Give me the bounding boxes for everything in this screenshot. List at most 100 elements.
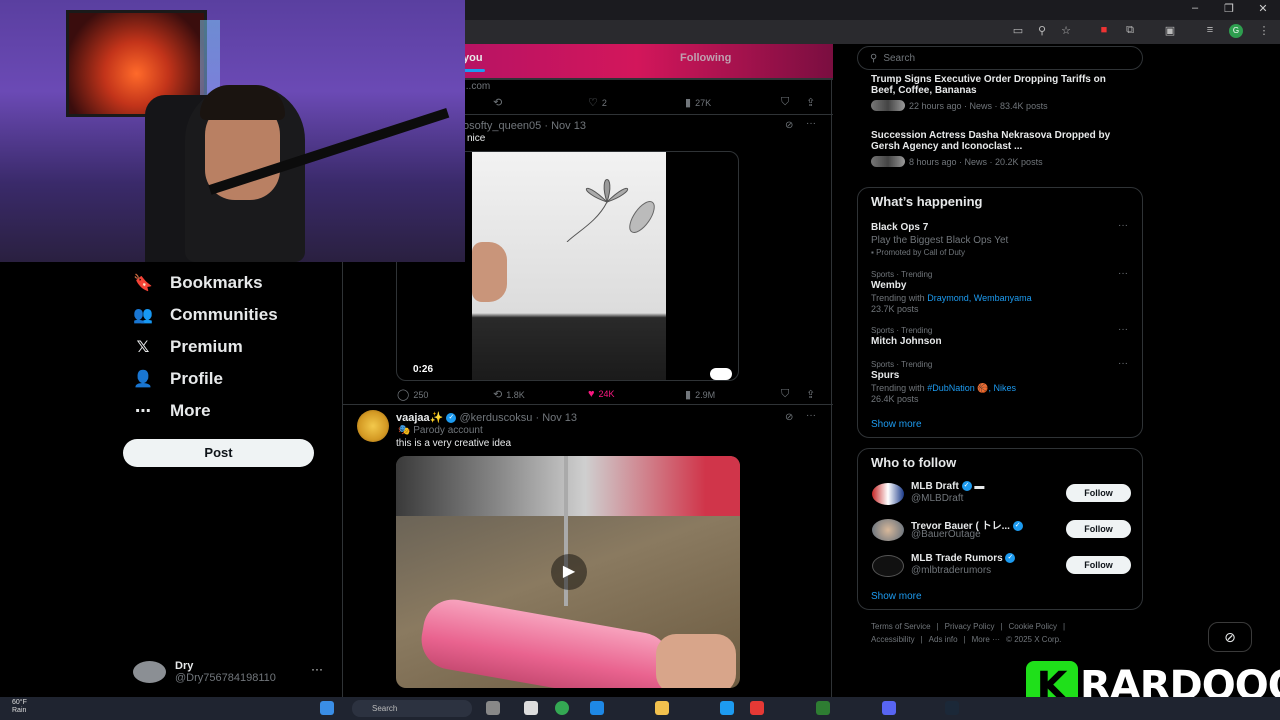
account-switcher[interactable]: Dry @Dry756784198110 ··· xyxy=(133,658,333,688)
search-input[interactable]: ⚲ Search xyxy=(857,46,1143,70)
like-button[interactable]: ♡ 2 xyxy=(588,96,607,109)
start-icon[interactable] xyxy=(320,701,334,715)
grok-icon[interactable]: ⊘ xyxy=(785,412,793,423)
views-button[interactable]: ▮ 2.9M xyxy=(685,388,715,401)
views-button[interactable]: ▮ 27K xyxy=(685,96,711,109)
show-more-link[interactable]: Show more xyxy=(871,419,922,430)
media-icon[interactable]: ≡ xyxy=(1202,24,1218,36)
repost-button[interactable]: ⟲ xyxy=(493,96,502,109)
extension-icon[interactable]: ■ xyxy=(1096,24,1112,36)
trend-links[interactable]: Draymond, Wembanyama xyxy=(927,293,1031,303)
grok-icon[interactable]: ⊘ xyxy=(1208,622,1252,652)
follow-handle: @mlbtraderumors xyxy=(911,565,992,576)
grok-icon[interactable]: ⊘ xyxy=(785,120,793,131)
like-button[interactable]: ♥ 24K xyxy=(588,388,615,400)
nav-label: Premium xyxy=(170,337,243,356)
more-dots-icon[interactable]: ··· xyxy=(806,118,816,129)
avatar[interactable] xyxy=(357,410,389,442)
more-dots-icon[interactable]: ··· xyxy=(1118,220,1128,231)
follow-name[interactable]: MLB Trade Rumors ✓ xyxy=(911,553,1016,564)
maximize-button[interactable]: ❐ xyxy=(1211,2,1247,15)
more-link[interactable]: More ··· xyxy=(972,635,1000,644)
follow-name[interactable]: MLB Draft ✓ ▬ xyxy=(911,481,984,492)
ads-info-link[interactable]: Ads info xyxy=(929,635,958,644)
tweet-handle[interactable]: osofty_queen05 xyxy=(463,120,541,132)
cookie-link[interactable]: Cookie Policy xyxy=(1009,622,1057,631)
more-dots-icon[interactable]: ··· xyxy=(1118,324,1128,335)
video-control[interactable] xyxy=(710,368,732,380)
more-dots-icon[interactable]: ··· xyxy=(806,410,816,421)
zoom-icon[interactable]: ⚲ xyxy=(1034,24,1050,37)
bookmark-button[interactable]: ⛉ xyxy=(781,388,789,401)
share-button[interactable]: ⇪ xyxy=(806,96,815,109)
tweet-date[interactable]: Nov 13 xyxy=(551,120,586,132)
repost-button[interactable]: ⟲ 1.8K xyxy=(493,388,525,401)
promo-title[interactable]: Black Ops 7 xyxy=(871,222,928,233)
parody-badge: 🎭 Parody account xyxy=(398,425,483,436)
bookmark-star-icon[interactable]: ☆ xyxy=(1058,24,1074,37)
minimize-button[interactable]: – xyxy=(1177,2,1213,14)
cast-icon[interactable]: ▭ xyxy=(1010,24,1026,37)
trend-name[interactable]: Spurs xyxy=(871,370,899,381)
avatar[interactable] xyxy=(872,483,904,505)
separator: | xyxy=(1063,622,1066,631)
avatar[interactable] xyxy=(872,519,904,541)
edge-icon[interactable] xyxy=(590,701,604,715)
chrome-menu-icon[interactable]: ⋮ xyxy=(1256,24,1272,37)
play-icon[interactable]: ▶ xyxy=(551,554,587,590)
trend-name[interactable]: Mitch Johnson xyxy=(871,336,942,347)
youtube-icon[interactable] xyxy=(750,701,764,715)
xbox-icon[interactable] xyxy=(816,701,830,715)
follow-button[interactable]: Follow xyxy=(1066,556,1131,574)
promoted-label: ▪ Promoted by Call of Duty xyxy=(871,248,965,257)
show-more-link[interactable]: Show more xyxy=(871,591,922,602)
reply-count: 250 xyxy=(413,389,429,400)
more-dots-icon[interactable]: ··· xyxy=(1118,358,1128,369)
accessibility-link[interactable]: Accessibility xyxy=(871,635,915,644)
nav-communities[interactable]: 👥 Communities xyxy=(132,302,278,328)
extensions-puzzle-icon[interactable]: ⧉ xyxy=(1122,24,1138,37)
share-button[interactable]: ⇪ xyxy=(806,388,815,401)
news-headline[interactable]: Trump Signs Executive Order Dropping Tar… xyxy=(871,74,1133,96)
news-headline[interactable]: Succession Actress Dasha Nekrasova Dropp… xyxy=(871,130,1133,152)
tab-for-you[interactable]: you xyxy=(463,52,483,64)
tweet-author[interactable]: vaajaa✨ xyxy=(396,412,443,424)
discord-icon[interactable] xyxy=(882,701,896,715)
app-icon[interactable] xyxy=(524,701,538,715)
trend-with: Trending with #DubNation 🏀, Nikes xyxy=(871,383,1016,393)
share-icon: ⇪ xyxy=(806,97,816,109)
trend-name[interactable]: Wemby xyxy=(871,280,906,291)
more-dots-icon[interactable]: ··· xyxy=(311,662,323,676)
app-icon[interactable] xyxy=(486,701,500,715)
app-icon[interactable] xyxy=(720,701,734,715)
folder-icon[interactable] xyxy=(655,701,669,715)
bookmark-button[interactable]: ⛉ xyxy=(781,96,789,109)
close-window-button[interactable]: ✕ xyxy=(1245,2,1280,15)
tab-following[interactable]: Following xyxy=(680,52,731,64)
post-button[interactable]: Post xyxy=(123,439,314,467)
promo-sub: Play the Biggest Black Ops Yet xyxy=(871,235,1009,246)
reply-button[interactable]: ◯ 250 xyxy=(397,388,428,401)
nav-bookmarks[interactable]: 🔖 Bookmarks xyxy=(132,270,263,296)
profile-avatar-icon[interactable]: G xyxy=(1229,24,1243,38)
privacy-link[interactable]: Privacy Policy xyxy=(945,622,995,631)
tweet-handle[interactable]: @kerduscoksu xyxy=(459,412,532,424)
nav-label: Profile xyxy=(170,369,223,388)
chrome-icon[interactable] xyxy=(555,701,569,715)
taskbar-search[interactable]: Search xyxy=(352,700,472,717)
trend-links[interactable]: #DubNation 🏀, Nikes xyxy=(927,383,1016,393)
nav-profile[interactable]: 👤 Profile xyxy=(132,366,223,392)
nav-premium[interactable]: 𝕏 Premium xyxy=(132,334,243,360)
steam-icon[interactable] xyxy=(945,701,959,715)
avatar[interactable] xyxy=(872,555,904,577)
windows-taskbar: 60°F Rain Search xyxy=(0,697,1280,720)
tweet-date[interactable]: Nov 13 xyxy=(542,412,577,424)
tweet-video[interactable]: ▶ xyxy=(396,456,740,688)
sidepanel-icon[interactable]: ▣ xyxy=(1162,24,1178,37)
follow-button[interactable]: Follow xyxy=(1066,484,1131,502)
terms-link[interactable]: Terms of Service xyxy=(871,622,931,631)
nav-more[interactable]: ⋯ More xyxy=(132,398,211,424)
weather-widget[interactable]: 60°F Rain xyxy=(12,699,27,715)
more-dots-icon[interactable]: ··· xyxy=(1118,268,1128,279)
follow-button[interactable]: Follow xyxy=(1066,520,1131,538)
